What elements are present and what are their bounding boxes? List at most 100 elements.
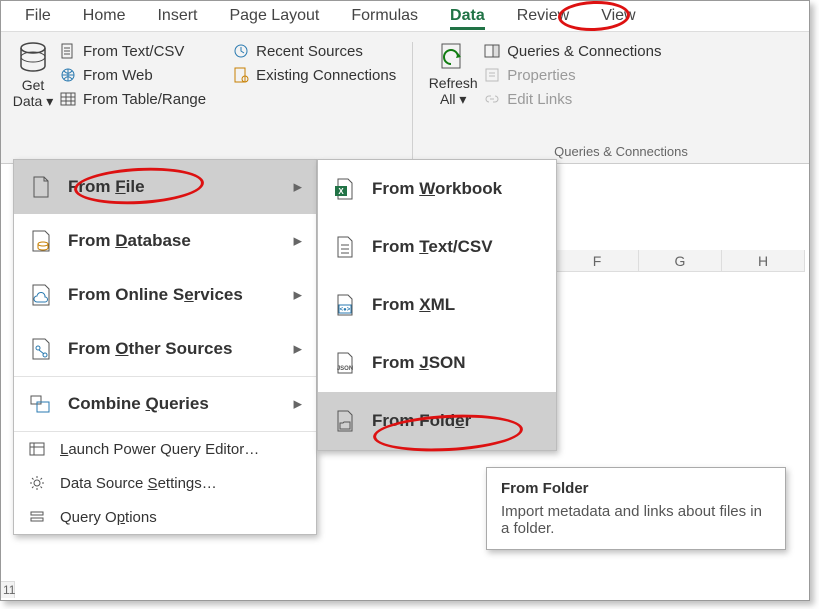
folder-file-icon [332,408,358,434]
existing-connections-button[interactable]: Existing Connections [232,66,396,84]
tab-page-layout[interactable]: Page Layout [229,7,319,25]
from-web-button[interactable]: From Web [59,66,206,84]
text-file-icon [332,234,358,260]
refresh-label-bottom: All ▾ [440,92,466,106]
refresh-label-top: Refresh [429,76,478,90]
recent-sources-button[interactable]: Recent Sources [232,42,396,60]
properties-button: Properties [483,66,661,84]
tab-home[interactable]: Home [83,7,126,25]
menu-combine-label: Combine Queries [68,394,209,414]
get-data-button[interactable]: Get Data ▾ [9,38,57,163]
cloud-doc-icon [28,282,54,308]
tab-insert[interactable]: Insert [157,7,197,25]
menu-combine-queries[interactable]: Combine Queries ▸ [14,377,316,431]
get-data-label-bottom: Data ▾ [13,94,54,108]
submenu-from-xml-label: From XML [372,295,455,315]
link-icon [483,90,501,108]
tab-file[interactable]: File [25,7,51,25]
clock-icon [232,42,250,60]
tab-view[interactable]: View [601,7,635,25]
ribbon-separator-1 [412,42,413,159]
group-title-qc: Queries & Connections [491,144,751,159]
menu-launch-pq[interactable]: Launch Power Query Editor… [14,432,316,466]
edit-links-button: Edit Links [483,90,661,108]
edit-links-label: Edit Links [507,91,572,108]
xml-file-icon: <●> [332,292,358,318]
ribbon-tabs: File Home Insert Page Layout Formulas Da… [1,1,809,31]
submenu-from-json-label: From JSON [372,353,466,373]
tooltip-body: Import metadata and links about files in… [501,503,771,537]
get-data-menu: From File ▸ From Database ▸ From Online … [13,159,317,535]
table-icon [59,90,77,108]
get-transform-cmds-2: Recent Sources Existing Connections [230,38,402,163]
combine-icon [28,391,54,417]
ribbon-body: Get Data ▾ From Text/CSV From Web From T… [1,31,809,164]
json-file-icon: JSON [332,350,358,376]
chevron-right-icon: ▸ [293,394,302,414]
submenu-from-text-label: From Text/CSV [372,237,493,257]
file-text-icon [59,42,77,60]
properties-icon [483,66,501,84]
tooltip-title: From Folder [501,480,771,497]
excel-file-icon: X [332,176,358,202]
submenu-from-workbook[interactable]: X From Workbook [318,160,556,218]
menu-from-database[interactable]: From Database ▸ [14,214,316,268]
tab-data[interactable]: Data [450,7,485,25]
menu-from-file[interactable]: From File ▸ [14,160,316,214]
connection-icon [232,66,250,84]
panel-icon [483,42,501,60]
menu-query-options-label: Query Options [60,509,157,526]
refresh-all-button[interactable]: Refresh All ▾ [423,38,483,163]
menu-data-source-label: Data Source Settings… [60,475,217,492]
window-frame: File Home Insert Page Layout Formulas Da… [0,0,810,601]
pq-editor-icon [28,440,46,458]
chevron-right-icon: ▸ [293,177,302,197]
submenu-from-folder-label: From Folder [372,411,471,431]
from-file-submenu: X From Workbook From Text/CSV <●> From X… [317,159,557,451]
from-table-range-button[interactable]: From Table/Range [59,90,206,108]
tab-formulas[interactable]: Formulas [351,7,418,25]
queries-connections-label: Queries & Connections [507,43,661,60]
chevron-right-icon: ▸ [293,231,302,251]
properties-label: Properties [507,67,575,84]
get-transform-cmds: From Text/CSV From Web From Table/Range [57,38,212,163]
chevron-right-icon: ▸ [293,285,302,305]
gear-icon [28,474,46,492]
submenu-from-workbook-label: From Workbook [372,179,502,199]
menu-from-file-label: From File [68,177,145,197]
nodes-doc-icon [28,336,54,362]
menu-from-online-label: From Online Services [68,285,243,305]
menu-data-source-settings[interactable]: Data Source Settings… [14,466,316,500]
file-icon [28,174,54,200]
refresh-icon [436,40,470,74]
existing-connections-label: Existing Connections [256,67,396,84]
recent-sources-label: Recent Sources [256,43,363,60]
from-text-csv-label: From Text/CSV [83,43,184,60]
from-text-csv-button[interactable]: From Text/CSV [59,42,206,60]
menu-query-options[interactable]: Query Options [14,500,316,534]
col-f[interactable]: F [556,250,639,271]
svg-text:JSON: JSON [337,366,353,372]
menu-from-database-label: From Database [68,231,191,251]
menu-from-online[interactable]: From Online Services ▸ [14,268,316,322]
col-g[interactable]: G [639,250,722,271]
submenu-from-folder[interactable]: From Folder [318,392,556,450]
svg-text:<●>: <●> [340,307,351,313]
submenu-from-json[interactable]: JSON From JSON [318,334,556,392]
from-table-range-label: From Table/Range [83,91,206,108]
get-data-label-top: Get [22,78,45,92]
menu-from-other[interactable]: From Other Sources ▸ [14,322,316,376]
options-icon [28,508,46,526]
submenu-from-xml[interactable]: <●> From XML [318,276,556,334]
col-h[interactable]: H [722,250,805,271]
from-web-label: From Web [83,67,153,84]
tooltip-from-folder: From Folder Import metadata and links ab… [486,467,786,550]
row-number-11[interactable]: 11 [1,581,15,598]
tab-review[interactable]: Review [517,7,569,25]
submenu-from-text-csv[interactable]: From Text/CSV [318,218,556,276]
queries-connections-button[interactable]: Queries & Connections [483,42,661,60]
menu-from-other-label: From Other Sources [68,339,232,359]
menu-launch-pq-label: Launch Power Query Editor… [60,441,259,458]
database-doc-icon [28,228,54,254]
database-icon [18,42,48,76]
